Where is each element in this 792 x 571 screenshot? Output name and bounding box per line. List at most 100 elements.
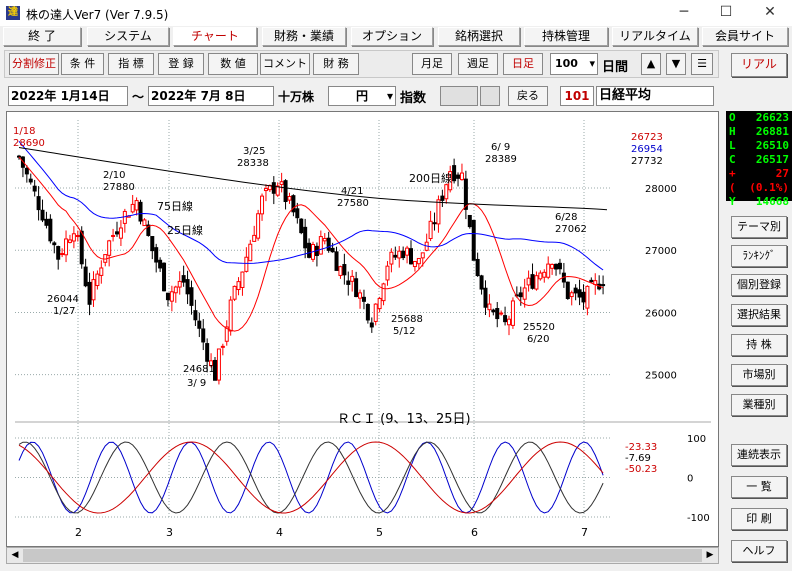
monthly-button[interactable]: 月足: [412, 53, 452, 75]
candle-body: [130, 203, 135, 213]
candle-body: [271, 182, 276, 194]
holdings-button[interactable]: 持 株: [731, 334, 787, 356]
condition-button[interactable]: 条 件: [61, 53, 104, 75]
candle-body: [216, 348, 221, 381]
menu-member-site[interactable]: 会員サイト: [702, 27, 788, 46]
candle-body: [405, 247, 410, 256]
scroll-left-icon[interactable]: ◀: [7, 548, 23, 563]
real-button[interactable]: リアル: [731, 53, 787, 77]
menu-finance[interactable]: 財務・業績: [262, 27, 346, 46]
chart-area[interactable]: 28000 27000 26000 25000 2 3 4 5 6 7 26723 26954 2773…: [6, 111, 719, 547]
price-annotation: 28338: [237, 158, 269, 169]
ohlc-close: C 26517: [729, 153, 789, 166]
candle-body: [71, 233, 76, 242]
theme-button[interactable]: テーマ別: [731, 216, 787, 238]
candle-body: [232, 285, 237, 300]
candle-body: [142, 219, 147, 227]
from-date-field[interactable]: 2022年 1月14日: [8, 86, 128, 106]
title-bar: 達 株の達人Ver7 (Ver 7.9.5) ─ ☐ ✕: [0, 0, 792, 26]
stock-chart[interactable]: 28000 27000 26000 25000 2 3 4 5 6 7 26723269542773…: [7, 112, 720, 548]
indicator-button[interactable]: 指 標: [108, 53, 154, 75]
scroll-right-icon[interactable]: ▶: [702, 548, 718, 563]
list-button[interactable]: 一 覧: [731, 476, 787, 498]
rci-tick-label: 0: [687, 474, 693, 485]
menu-portfolio[interactable]: 持株管理: [524, 27, 608, 46]
weekly-button[interactable]: 週足: [458, 53, 498, 75]
y-tick-label: 28000: [645, 184, 677, 195]
menu-option[interactable]: オプション: [351, 27, 433, 46]
split-adjust-button[interactable]: 分割修正: [9, 53, 59, 75]
close-button[interactable]: ✕: [760, 4, 780, 20]
candle-body: [44, 218, 49, 226]
kind-label: 指数: [400, 91, 427, 106]
back-button[interactable]: 戻る: [508, 86, 548, 106]
industry-button[interactable]: 業種別: [731, 394, 787, 416]
rci-title: ＲＣＩ (9、13、25日): [337, 412, 471, 427]
price-annotation: 4/21: [341, 186, 363, 197]
to-date-field[interactable]: 2022年 7月 8日: [148, 86, 274, 106]
menu-icon[interactable]: ☰: [691, 53, 713, 75]
scroll-up-button[interactable]: ▲: [641, 53, 661, 75]
values-button[interactable]: 数 値: [208, 53, 258, 75]
x-tick-label: 4: [276, 526, 283, 539]
candle-body: [201, 328, 206, 343]
rci-value-label: -23.33: [625, 442, 657, 453]
currency-select[interactable]: 円 ▾: [328, 86, 396, 106]
horizontal-scrollbar[interactable]: ◀ ▶: [6, 547, 719, 564]
price-annotation: 27580: [337, 198, 369, 209]
price-annotation: 27880: [103, 182, 135, 193]
candle-body: [569, 292, 574, 298]
scroll-thumb[interactable]: [23, 549, 702, 562]
candle-body: [354, 278, 359, 298]
price-annotation: 3/25: [243, 146, 265, 157]
scroll-down-button[interactable]: ▼: [666, 53, 686, 75]
candle-body: [507, 318, 511, 326]
candle-body: [185, 279, 190, 295]
menu-system[interactable]: システム: [87, 27, 169, 46]
individual-register-button[interactable]: 個別登録: [731, 274, 787, 296]
candle-body: [456, 174, 461, 179]
candle-body: [138, 201, 143, 222]
maximize-button[interactable]: ☐: [716, 4, 736, 20]
price-annotation: 28690: [13, 138, 45, 149]
x-tick-label: 6: [471, 526, 478, 539]
app-icon: 達: [6, 6, 20, 20]
candle-body: [365, 303, 370, 321]
candle-body: [550, 263, 555, 269]
daily-button[interactable]: 日足: [503, 53, 543, 75]
help-button[interactable]: ヘルフ: [731, 540, 787, 562]
market-button[interactable]: 市場別: [731, 364, 787, 386]
ohlc-low: L 26510: [729, 139, 789, 152]
blank-field-1: [440, 86, 478, 106]
candle-body: [342, 264, 347, 276]
menu-exit[interactable]: 終 了: [3, 27, 81, 46]
candle-body: [463, 178, 468, 210]
ohlc-open: O 26623: [729, 111, 789, 124]
blank-field-2: [480, 86, 500, 106]
ranking-button[interactable]: ﾗﾝｷﾝｸﾞ: [731, 245, 787, 267]
day-unit-label: 日間: [602, 60, 629, 75]
day-count-select[interactable]: 100 ▾: [550, 53, 598, 75]
ma75-label: 75日線: [157, 199, 193, 213]
financial-button[interactable]: 財 務: [313, 53, 359, 75]
y-tick-label: 25000: [645, 371, 677, 382]
candle-body: [510, 300, 515, 326]
candle-body: [40, 209, 45, 221]
menu-chart[interactable]: チャート: [173, 27, 257, 46]
comment-button[interactable]: コメント: [260, 53, 310, 75]
candle-body: [440, 195, 445, 201]
price-annotation: 6/20: [527, 334, 549, 345]
candle-body: [518, 292, 523, 298]
continuous-display-button[interactable]: 連続表示: [731, 444, 787, 466]
candle-body: [95, 273, 100, 287]
minimize-button[interactable]: ─: [674, 4, 694, 20]
selection-result-button[interactable]: 選択結果: [731, 304, 787, 326]
code-field[interactable]: 101: [560, 86, 594, 106]
candle-body: [475, 258, 480, 277]
menu-realtime[interactable]: リアルタイム: [612, 27, 698, 46]
menu-stock-select[interactable]: 銘柄選択: [438, 27, 520, 46]
register-button[interactable]: 登 録: [158, 53, 204, 75]
candle-body: [28, 178, 33, 183]
candle-body: [165, 292, 170, 301]
print-button[interactable]: 印 刷: [731, 508, 787, 530]
